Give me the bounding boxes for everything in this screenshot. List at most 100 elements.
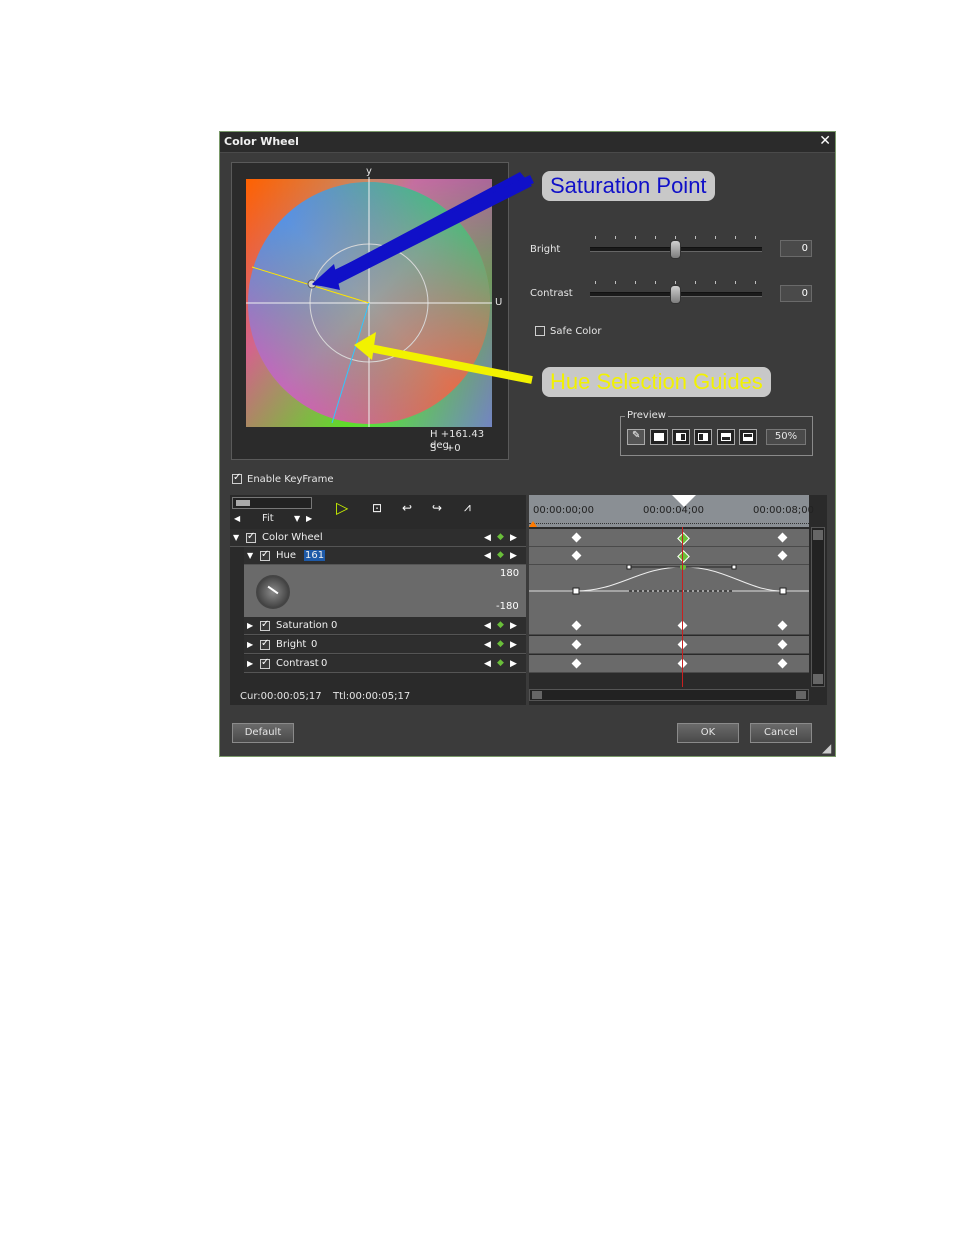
preview-group: Preview ✎ 50% (620, 410, 813, 456)
expand-arrow-icon[interactable]: ▼ (247, 551, 253, 560)
bright-value-field[interactable]: 0 (311, 639, 317, 650)
add-keyframe-icon[interactable]: ◆ (497, 620, 504, 630)
collapse-arrow-icon[interactable]: ▶ (247, 659, 253, 668)
scroll-left-icon[interactable] (532, 691, 542, 699)
prev-keyframe-icon[interactable]: ◀ (484, 533, 491, 543)
track-row-saturation[interactable]: ▶ Saturation 0 ◀ ◆ ▶ (244, 617, 526, 635)
add-keyframe-icon[interactable]: ◆ (497, 550, 504, 560)
collapse-arrow-icon[interactable]: ▶ (247, 640, 253, 649)
redo-icon[interactable]: ↪ (432, 501, 442, 515)
timeline-row-color-wheel[interactable] (529, 529, 809, 547)
fit-dropdown[interactable]: Fit (262, 513, 274, 524)
playhead-marker[interactable] (672, 495, 696, 507)
fit-right-arrow-icon[interactable]: ▶ (306, 514, 312, 523)
timeline-vertical-scrollbar[interactable] (811, 527, 825, 687)
track-row-hue[interactable]: ▼ Hue 161 ◀ ◆ ▶ (244, 547, 526, 565)
time-label-0: 00:00:00;00 (533, 505, 595, 516)
resize-grip-icon[interactable]: ◢ (822, 741, 831, 755)
hue-dial-knob[interactable] (256, 575, 290, 609)
preview-split-bottom-button[interactable] (739, 429, 757, 445)
hue-arrow-shaft (369, 344, 533, 384)
track-row-color-wheel[interactable]: ▼ Color Wheel ◀ ◆ ▶ (230, 529, 526, 547)
contrast-value-input[interactable]: 0 (780, 285, 812, 302)
scroll-down-icon[interactable] (813, 674, 823, 684)
enable-keyframe-checkbox[interactable] (232, 472, 242, 484)
undo-icon[interactable]: ↩ (402, 501, 412, 515)
scroll-up-icon[interactable] (813, 530, 823, 540)
contrast-value-field[interactable]: 0 (321, 658, 327, 669)
safe-color-label: Safe Color (550, 326, 602, 337)
expand-arrow-icon[interactable]: ▼ (233, 533, 239, 542)
eyedropper-icon: ✎ (632, 430, 641, 441)
preview-split-right-button[interactable] (694, 429, 712, 445)
next-keyframe-icon[interactable]: ▶ (510, 621, 517, 631)
cancel-button[interactable]: Cancel (750, 723, 812, 743)
next-keyframe-icon[interactable]: ▶ (510, 533, 517, 543)
preview-window-icon[interactable]: ⊡ (372, 501, 382, 515)
bright-slider-thumb[interactable] (670, 240, 681, 259)
prev-keyframe-icon[interactable]: ◀ (484, 621, 491, 631)
color-wheel-dialog: Color Wheel ✕ y U H +161.43 deg. S +0 Sa… (219, 131, 836, 757)
add-keyframe-icon[interactable]: ◆ (497, 658, 504, 668)
prev-keyframe-icon[interactable]: ◀ (484, 659, 491, 669)
add-keyframe-icon[interactable]: ◆ (497, 639, 504, 649)
track-list-panel: ◀ Fit ▼ ▶ ▷ ⊡ ↩ ↪ ⩘ ▼ Color Wheel ◀ ◆ ▶ … (230, 495, 526, 705)
zoom-scroll-thumb[interactable] (236, 500, 250, 506)
bright-track-checkbox[interactable] (260, 638, 270, 650)
hue-curve-area[interactable] (529, 564, 809, 617)
next-keyframe-icon[interactable]: ▶ (510, 640, 517, 650)
preview-zoom-field[interactable]: 50% (766, 429, 806, 445)
graph-icon[interactable]: ⩘ (464, 500, 471, 515)
fit-dropdown-chevron-icon[interactable]: ▼ (294, 514, 300, 523)
preview-full-icon (654, 433, 664, 441)
track-label: Bright (276, 639, 307, 650)
saturation-value-field[interactable]: 0 (331, 620, 337, 631)
hue-arrow (354, 332, 376, 360)
collapse-arrow-icon[interactable]: ▶ (247, 621, 253, 630)
preview-eyedropper-button[interactable]: ✎ (627, 429, 645, 445)
hue-max-label: 180 (500, 568, 520, 579)
prev-keyframe-icon[interactable]: ◀ (484, 640, 491, 650)
enable-keyframe-label: Enable KeyFrame (247, 474, 334, 485)
current-time-readout: Cur:00:00:05;17 (240, 691, 322, 702)
hue-callout: Hue Selection Guides (542, 367, 771, 397)
hue-curve-graph[interactable] (529, 564, 809, 617)
fit-left-arrow-icon[interactable]: ◀ (234, 514, 240, 523)
bright-slider[interactable] (590, 236, 765, 260)
default-button[interactable]: Default (232, 723, 294, 743)
zoom-scrollbar[interactable] (232, 497, 312, 509)
prev-keyframe-icon[interactable]: ◀ (484, 551, 491, 561)
hue-dial-area: 180 -180 (244, 565, 526, 617)
timeline-horizontal-scrollbar[interactable] (529, 689, 809, 701)
contrast-track-checkbox[interactable] (260, 657, 270, 669)
timeline-row-saturation[interactable] (529, 617, 809, 635)
scroll-right-icon[interactable] (796, 691, 806, 699)
timeline-row-contrast[interactable] (529, 655, 809, 673)
bright-label: Bright (530, 244, 561, 255)
ok-button[interactable]: OK (677, 723, 739, 743)
timeline-panel[interactable]: 00:00:00;00 00:00:04;00 00:00:08;00 (529, 495, 827, 705)
safe-color-checkbox[interactable] (535, 326, 545, 336)
preview-full-button[interactable] (650, 429, 668, 445)
add-keyframe-icon[interactable]: ◆ (497, 532, 504, 542)
contrast-slider-thumb[interactable] (670, 285, 681, 304)
next-keyframe-icon[interactable]: ▶ (510, 551, 517, 561)
playhead-line (682, 527, 683, 687)
play-icon[interactable]: ▷ (336, 498, 348, 517)
saturation-track-checkbox[interactable] (260, 619, 270, 631)
next-keyframe-icon[interactable]: ▶ (510, 659, 517, 669)
preview-split-top-button[interactable] (717, 429, 735, 445)
time-ruler[interactable]: 00:00:00;00 00:00:04;00 00:00:08;00 (529, 495, 814, 527)
hue-min-label: -180 (496, 601, 519, 612)
hue-track-checkbox[interactable] (260, 549, 270, 561)
timeline-row-hue[interactable] (529, 547, 809, 565)
track-row-contrast[interactable]: ▶ Contrast 0 ◀ ◆ ▶ (244, 655, 526, 673)
hue-value-field[interactable]: 161 (304, 550, 326, 561)
preview-split-left-button[interactable] (672, 429, 690, 445)
contrast-slider[interactable] (590, 281, 765, 305)
track-row-bright[interactable]: ▶ Bright 0 ◀ ◆ ▶ (244, 636, 526, 654)
color-wheel-track-checkbox[interactable] (246, 531, 256, 543)
timeline-row-bright[interactable] (529, 636, 809, 654)
track-label: Color Wheel (262, 532, 323, 543)
bright-value-input[interactable]: 0 (780, 240, 812, 257)
